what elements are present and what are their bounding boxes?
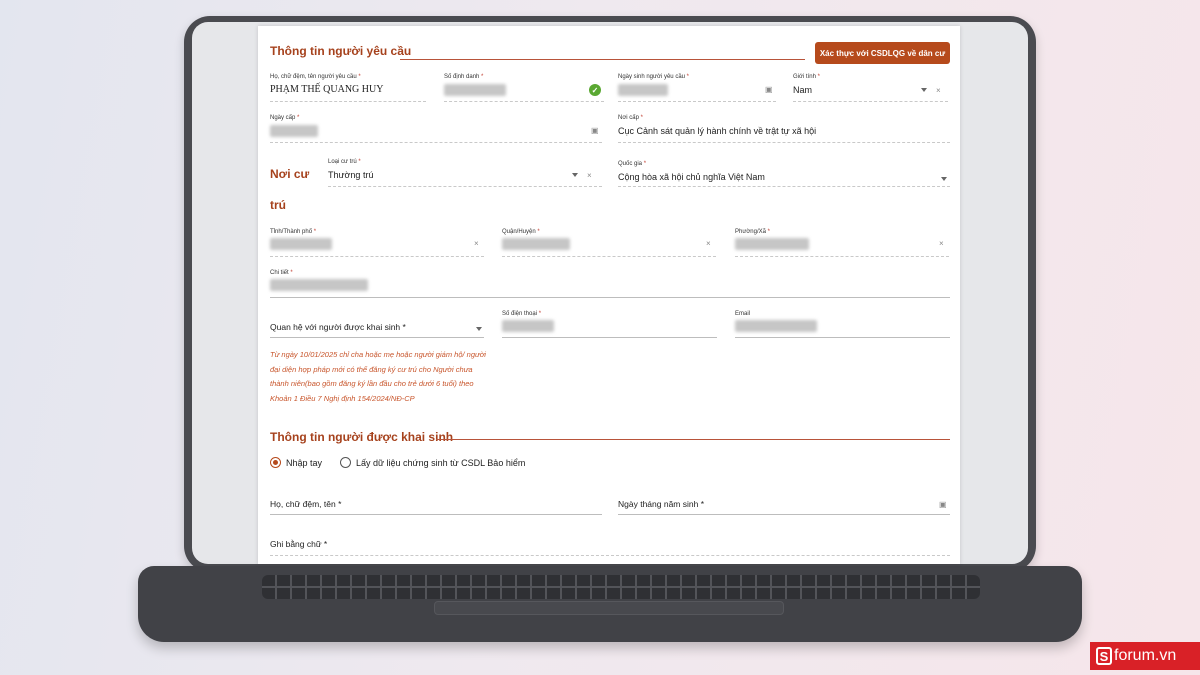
- relationship-underline[interactable]: [270, 337, 484, 338]
- radio-manual-label[interactable]: Nhập tay: [286, 458, 322, 468]
- country-dropdown-icon[interactable]: [941, 177, 947, 181]
- residence-type-dropdown-icon[interactable]: [572, 173, 578, 177]
- detail-underline: [270, 297, 950, 298]
- residence-legal-note: Từ ngày 10/01/2025 chỉ cha hoặc mẹ hoặc …: [270, 350, 486, 403]
- registrant-dob-calendar-icon[interactable]: ▣: [939, 500, 947, 509]
- laptop-keyboard: [262, 575, 980, 599]
- id-number-redacted[interactable]: [444, 84, 506, 96]
- gender-underline: [793, 101, 948, 102]
- gender-dropdown-icon[interactable]: [921, 88, 927, 92]
- registrant-name-label: Họ, chữ đệm, tên *: [270, 499, 342, 509]
- registrant-name-input[interactable]: [270, 514, 602, 515]
- verified-check-icon: ✓: [589, 84, 601, 96]
- birth-date-label: Ngày sinh người yêu cầu *: [618, 74, 690, 80]
- requester-section-title: Thông tin người yêu cầu: [270, 44, 412, 58]
- registrant-section-title: Thông tin người được khai sinh: [270, 430, 454, 444]
- birth-date-underline: [618, 101, 776, 102]
- district-underline: [502, 256, 716, 257]
- district-clear-icon[interactable]: ×: [706, 239, 711, 248]
- province-underline: [270, 256, 484, 257]
- residence-type-value[interactable]: Thường trú: [328, 170, 373, 180]
- birth-date-redacted[interactable]: [618, 84, 668, 96]
- registrant-dob-input[interactable]: [618, 514, 950, 515]
- full-name-value[interactable]: PHẠM THẾ QUANG HUY: [270, 84, 383, 95]
- laptop-trackpad: [434, 601, 784, 615]
- relationship-dropdown-icon[interactable]: [476, 327, 482, 331]
- country-underline: [618, 186, 950, 187]
- residence-section-title: Nơi cư: [270, 167, 310, 181]
- email-redacted[interactable]: [735, 320, 817, 332]
- issue-date-calendar-icon[interactable]: ▣: [591, 126, 599, 135]
- sforum-text: forum.vn: [1114, 647, 1177, 664]
- detail-label: Chi tiết *: [270, 270, 293, 276]
- radio-insurance-data[interactable]: [340, 457, 351, 468]
- ward-underline: [735, 256, 949, 257]
- relationship-label: Quan hệ với người được khai sinh *: [270, 322, 406, 332]
- province-redacted[interactable]: [270, 238, 332, 250]
- residence-section-title-cont: trú: [270, 198, 286, 212]
- province-clear-icon[interactable]: ×: [474, 239, 479, 248]
- issue-date-redacted[interactable]: [270, 125, 318, 137]
- email-underline: [735, 337, 950, 338]
- detail-redacted[interactable]: [270, 279, 368, 291]
- full-name-label: Họ, chữ đệm, tên người yêu cầu *: [270, 74, 361, 80]
- verify-csdlqg-button[interactable]: Xác thực với CSDLQG về dân cư: [815, 42, 950, 64]
- issue-place-underline: [618, 142, 950, 143]
- ward-label: Phường/Xã *: [735, 229, 770, 235]
- email-label: Email: [735, 311, 751, 317]
- gender-value[interactable]: Nam: [793, 85, 812, 95]
- residence-type-clear-icon[interactable]: ×: [587, 171, 592, 180]
- registrant-dob-label: Ngày tháng năm sinh *: [618, 499, 705, 509]
- issue-date-underline: [270, 142, 602, 143]
- radio-insurance-label[interactable]: Lấy dữ liệu chứng sinh từ CSDL Bảo hiểm: [356, 458, 525, 468]
- gender-label: Giới tính *: [793, 74, 820, 80]
- phone-redacted[interactable]: [502, 320, 554, 332]
- ward-clear-icon[interactable]: ×: [939, 239, 944, 248]
- calendar-icon[interactable]: ▣: [765, 85, 773, 94]
- sforum-logo-icon: S: [1096, 647, 1112, 665]
- district-redacted[interactable]: [502, 238, 570, 250]
- phone-label: Số điện thoại *: [502, 311, 542, 317]
- id-number-underline: [444, 101, 604, 102]
- country-label: Quốc gia *: [618, 161, 647, 167]
- issue-place-value[interactable]: Cục Cảnh sát quản lý hành chính về trật …: [618, 126, 816, 136]
- phone-underline: [502, 337, 717, 338]
- form-page: Thông tin người yêu cầu Xác thực với CSD…: [258, 26, 960, 564]
- sforum-watermark: S forum.vn: [1090, 642, 1200, 670]
- ward-redacted[interactable]: [735, 238, 809, 250]
- full-name-underline: [270, 101, 426, 102]
- issue-date-label: Ngày cấp *: [270, 115, 300, 121]
- words-label: Ghi bằng chữ *: [270, 539, 328, 549]
- radio-manual-entry[interactable]: [270, 457, 281, 468]
- registrant-divider: [436, 439, 950, 440]
- gender-clear-icon[interactable]: ×: [936, 86, 941, 95]
- country-value[interactable]: Cộng hòa xã hội chủ nghĩa Việt Nam: [618, 172, 765, 182]
- words-input[interactable]: [270, 555, 950, 556]
- province-label: Tỉnh/Thành phố *: [270, 229, 317, 235]
- section-divider: [400, 59, 805, 60]
- district-label: Quận/Huyện *: [502, 229, 540, 235]
- id-number-label: Số định danh *: [444, 74, 484, 80]
- residence-type-label: Loại cư trú *: [328, 159, 361, 165]
- residence-type-underline: [328, 186, 602, 187]
- issue-place-label: Nơi cấp *: [618, 115, 643, 121]
